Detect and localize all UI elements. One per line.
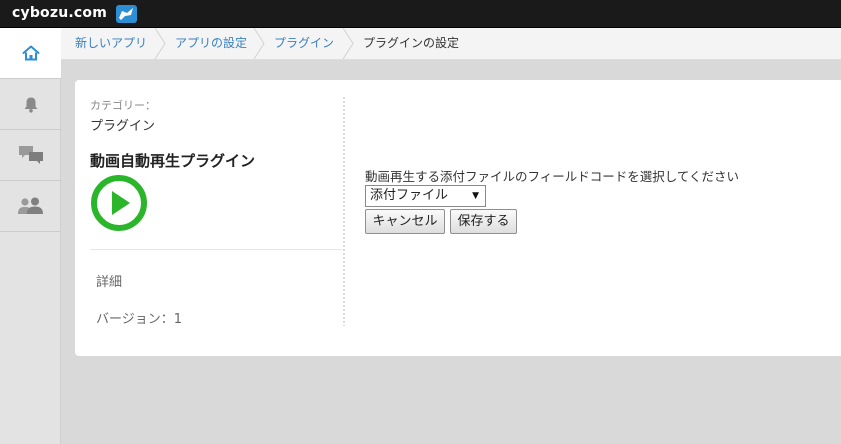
- kintone-app-icon[interactable]: [116, 5, 137, 23]
- breadcrumb-item-app-settings[interactable]: アプリの設定: [175, 28, 247, 59]
- play-circle-icon: [91, 175, 147, 231]
- detail-link[interactable]: 詳細: [96, 271, 122, 290]
- breadcrumb-separator-icon: [253, 28, 265, 59]
- field-code-select[interactable]: 添付ファイル ▼: [365, 185, 486, 207]
- save-button[interactable]: 保存する: [450, 209, 517, 234]
- breadcrumb-item-new-app[interactable]: 新しいアプリ: [75, 28, 147, 59]
- plugin-info-panel: カテゴリー： プラグイン 動画自動再生プラグイン 詳細 バージョン：1: [75, 80, 345, 356]
- top-bar: cybozu.com: [0, 0, 841, 28]
- chevron-down-icon: ▼: [472, 191, 479, 201]
- column-divider: [342, 96, 346, 326]
- version-text: バージョン：1: [96, 312, 183, 327]
- sidebar-item-notifications[interactable]: [0, 79, 61, 130]
- category-value: プラグイン: [90, 119, 156, 134]
- breadcrumb-item-plugins[interactable]: プラグイン: [274, 28, 334, 59]
- breadcrumb-separator-icon: [342, 28, 354, 59]
- cybozu-logo[interactable]: cybozu.com: [12, 5, 107, 21]
- cancel-button[interactable]: キャンセル: [365, 209, 445, 234]
- field-code-select-value: 添付ファイル: [370, 188, 449, 203]
- sidebar-item-messages[interactable]: [0, 130, 61, 181]
- sidebar-item-people[interactable]: [0, 181, 61, 232]
- breadcrumb-separator-icon: [154, 28, 166, 59]
- people-icon: [17, 197, 43, 214]
- bell-icon: [24, 97, 37, 113]
- plugin-settings-card: カテゴリー： プラグイン 動画自動再生プラグイン 詳細 バージョン：1 動画再生…: [75, 80, 841, 356]
- field-code-label: 動画再生する添付ファイルのフィールドコードを選択してください: [365, 169, 740, 184]
- home-icon: [22, 45, 39, 61]
- sidebar-item-home[interactable]: [0, 28, 61, 79]
- category-label: カテゴリー：: [90, 99, 156, 112]
- breadcrumb-current-page: プラグインの設定: [363, 36, 460, 50]
- sidebar: [0, 28, 61, 444]
- plugin-name: 動画自動再生プラグイン: [90, 152, 256, 170]
- breadcrumb: 新しいアプリ アプリの設定 プラグイン プラグインの設定: [61, 28, 841, 60]
- speech-bubbles-icon: [18, 146, 43, 164]
- divider: [90, 249, 342, 250]
